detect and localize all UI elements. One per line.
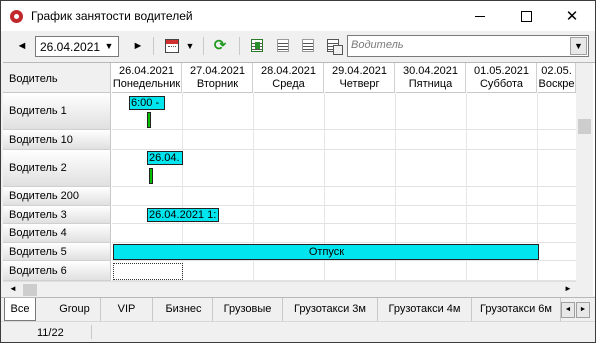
- tab-all[interactable]: Все: [4, 298, 36, 321]
- day-header[interactable]: 02.05. Воскре: [538, 63, 576, 93]
- status-bar: 11/22: [1, 321, 595, 342]
- day-header[interactable]: 29.04.2021 Четверг: [325, 63, 395, 93]
- calendar-menu-button[interactable]: ▼: [183, 36, 197, 56]
- edit-record-button[interactable]: [272, 36, 294, 56]
- tab-cargo-taxi-6m[interactable]: Грузотакси 6м: [472, 298, 561, 321]
- add-record-button[interactable]: [246, 36, 268, 56]
- tab-scroll-left-icon[interactable]: ◄: [561, 302, 575, 318]
- app-window: График занятости водителей ✕ ◄ 26.04.202…: [0, 0, 596, 343]
- driver-row-label[interactable]: Водитель 2: [3, 150, 111, 187]
- refresh-button[interactable]: ⟳: [209, 36, 231, 56]
- scroll-right-icon[interactable]: ►: [564, 284, 572, 293]
- delete-record-button[interactable]: [297, 36, 319, 56]
- scroll-corner: [576, 281, 593, 296]
- event-marker[interactable]: [147, 112, 151, 128]
- day-header[interactable]: 30.04.2021 Пятница: [396, 63, 466, 93]
- date-picker[interactable]: 26.04.2021 ▼: [35, 36, 119, 57]
- schedule-event[interactable]: 26.04.: [147, 151, 183, 165]
- copy-record-button[interactable]: [322, 36, 344, 56]
- status-separator: [91, 325, 92, 339]
- window-title: График занятости водителей: [31, 9, 193, 23]
- tab-cargo-taxi-4m[interactable]: Грузотакси 4м: [378, 298, 472, 321]
- previous-day-button[interactable]: ◄: [11, 36, 33, 56]
- selected-cell[interactable]: [113, 263, 183, 280]
- day-header[interactable]: 27.04.2021 Вторник: [183, 63, 253, 93]
- horizontal-scroll-thumb[interactable]: [23, 284, 37, 296]
- tab-cargo-taxi-3m[interactable]: Грузотакси 3м: [283, 298, 378, 321]
- day-header[interactable]: 28.04.2021 Среда: [254, 63, 324, 93]
- schedule-header: Водитель 26.04.2021 Понедельник 27.04.202…: [3, 63, 593, 93]
- vacation-event[interactable]: Отпуск: [113, 244, 539, 260]
- close-button[interactable]: ✕: [549, 1, 595, 31]
- driver-row-label[interactable]: Водитель 5: [3, 243, 111, 261]
- driver-row-label[interactable]: Водитель 3: [3, 206, 111, 224]
- calendar-icon: [165, 39, 179, 53]
- tab-group[interactable]: Group: [49, 298, 101, 321]
- schedule-grid[interactable]: Водитель 26.04.2021 Понедельник 27.04.202…: [3, 62, 595, 296]
- event-marker[interactable]: [149, 168, 153, 184]
- toolbar-separator: [153, 37, 154, 55]
- calendar-button[interactable]: [161, 36, 183, 56]
- scroll-left-icon[interactable]: ◄: [9, 284, 17, 293]
- toolbar: ◄ 26.04.2021 ▼ ► ▼ ⟳ ▼: [1, 31, 595, 61]
- driver-column-header[interactable]: Водитель: [3, 63, 111, 93]
- minimize-button[interactable]: [457, 1, 503, 31]
- driver-filter-combobox[interactable]: ▼: [347, 35, 589, 57]
- add-grid-icon: [251, 39, 263, 52]
- chevron-down-icon[interactable]: ▼: [570, 37, 587, 55]
- driver-row-label[interactable]: Водитель 1: [3, 93, 111, 130]
- edit-grid-icon: [277, 39, 289, 52]
- driver-row-label[interactable]: Водитель 4: [3, 224, 111, 243]
- vertical-scroll-thumb[interactable]: [578, 119, 591, 134]
- vertical-scrollbar[interactable]: [576, 63, 593, 281]
- schedule-event[interactable]: 6:00 -: [129, 96, 165, 110]
- next-day-button[interactable]: ►: [127, 36, 149, 56]
- driver-row-label[interactable]: Водитель 6: [3, 261, 111, 281]
- close-icon: ✕: [565, 7, 579, 25]
- date-value: 26.04.2021: [40, 40, 101, 54]
- day-header[interactable]: 01.05.2021 Суббота: [467, 63, 537, 93]
- group-tabs: Все Group VIP Бизнес Грузовые Грузотакси…: [1, 297, 595, 321]
- record-counter: 11/22: [37, 327, 64, 339]
- horizontal-scrollbar[interactable]: ◄ ►: [3, 281, 593, 296]
- tab-scroll-right-icon[interactable]: ►: [576, 302, 590, 318]
- title-bar: График занятости водителей ✕: [1, 1, 595, 31]
- toolbar-separator: [203, 37, 204, 55]
- maximize-button[interactable]: [503, 1, 549, 31]
- copy-icon: [327, 39, 343, 55]
- delete-grid-icon: [302, 39, 314, 52]
- driver-filter-input[interactable]: [351, 39, 566, 51]
- tab-scroller: ◄ ►: [561, 302, 591, 318]
- driver-row-label[interactable]: Водитель 200: [3, 187, 111, 206]
- tab-vip[interactable]: VIP: [101, 298, 153, 321]
- chevron-down-icon[interactable]: ▼: [102, 38, 116, 55]
- refresh-icon: ⟳: [213, 37, 227, 54]
- toolbar-separator: [239, 37, 240, 55]
- tab-trucks[interactable]: Грузовые: [213, 298, 283, 321]
- tab-business[interactable]: Бизнес: [155, 298, 213, 321]
- app-logo-icon: [10, 10, 23, 23]
- day-header[interactable]: 26.04.2021 Понедельник: [112, 63, 182, 93]
- schedule-event[interactable]: 26.04.2021 1:: [147, 208, 219, 222]
- driver-row-label[interactable]: Водитель 10: [3, 130, 111, 150]
